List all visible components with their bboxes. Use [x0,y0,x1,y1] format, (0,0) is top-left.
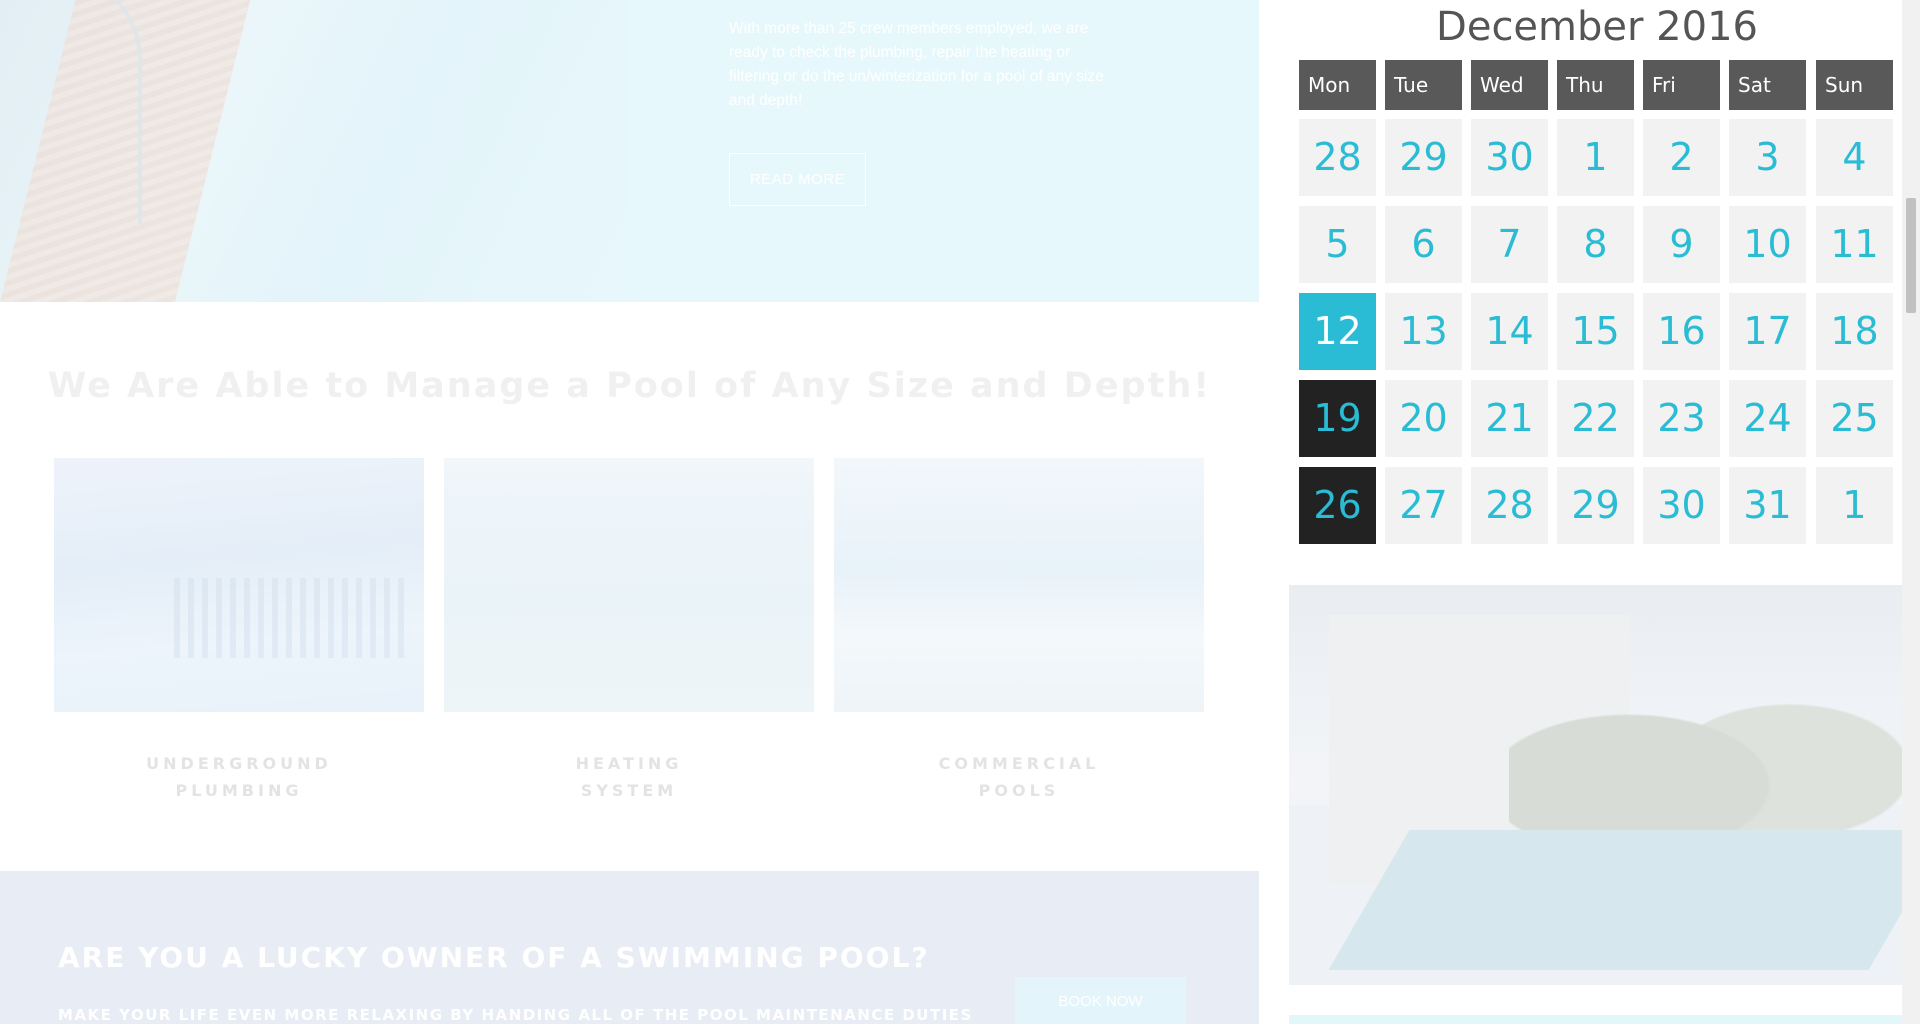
calendar-day[interactable]: 11 [1816,206,1893,283]
sidebar-footer-strip [1289,1015,1903,1024]
calendar-day[interactable]: 1 [1557,119,1634,196]
pool-water [1328,830,1903,970]
hero-pool-photo [0,0,630,302]
section-tagline: We Are Able to Manage a Pool of Any Size… [47,366,1212,406]
service-caption-line2: SYSTEM [580,781,678,800]
calendar-day[interactable]: 6 [1385,206,1462,283]
cta-banner: ARE YOU A LUCKY OWNER OF A SWIMMING POOL… [0,871,1259,1024]
calendar-day[interactable]: 18 [1816,293,1893,370]
calendar-day[interactable]: 24 [1729,380,1806,457]
service-card-heating-system[interactable]: HEATING SYSTEM [444,458,814,804]
calendar-day[interactable]: 1 [1816,467,1893,544]
page-scrollbar[interactable] [1902,0,1920,1024]
calendar-sidebar: December 2016 Mon Tue Wed Thu Fri Sat Sun 28 29 3… [1259,0,1903,1024]
calendar-day[interactable]: 2 [1643,119,1720,196]
service-caption-line1: COMMERCIAL [938,754,1100,773]
scrollbar-thumb[interactable] [1906,198,1916,313]
calendar-day[interactable]: 29 [1557,467,1634,544]
service-image[interactable] [834,458,1204,712]
weekday-header-thu: Thu [1557,60,1634,110]
calendar-day[interactable]: 3 [1729,119,1806,196]
calendar-day[interactable]: 30 [1471,119,1548,196]
main-content: With more than 25 crew members employed,… [0,0,1259,1024]
calendar-day[interactable]: 7 [1471,206,1548,283]
calendar-day[interactable]: 10 [1729,206,1806,283]
calendar-day[interactable]: 29 [1385,119,1462,196]
service-card-underground-plumbing[interactable]: UNDERGROUND PLUMBING [54,458,424,804]
calendar-day[interactable]: 30 [1643,467,1720,544]
hero-paragraph: With more than 25 crew members employed,… [729,20,1104,109]
hero-section: With more than 25 crew members employed,… [0,0,1259,302]
calendar-day[interactable]: 12 [1299,293,1376,370]
service-caption[interactable]: HEATING SYSTEM [444,750,814,804]
service-caption[interactable]: UNDERGROUND PLUMBING [54,750,424,804]
weekday-header-sat: Sat [1729,60,1806,110]
read-more-button[interactable]: READ MORE [729,153,866,206]
service-caption-line1: HEATING [575,754,683,773]
calendar-day[interactable]: 22 [1557,380,1634,457]
calendar-day[interactable]: 28 [1299,119,1376,196]
cta-title: ARE YOU A LUCKY OWNER OF A SWIMMING POOL… [58,941,930,974]
service-caption-line2: POOLS [978,781,1060,800]
weekday-header-mon: Mon [1299,60,1376,110]
calendar-day[interactable]: 21 [1471,380,1548,457]
calendar-day[interactable]: 17 [1729,293,1806,370]
calendar-day[interactable]: 26 [1299,467,1376,544]
calendar-day[interactable]: 25 [1816,380,1893,457]
service-card-commercial-pools[interactable]: COMMERCIAL POOLS [834,458,1204,804]
calendar-day[interactable]: 20 [1385,380,1462,457]
calendar-day[interactable]: 5 [1299,206,1376,283]
book-now-button[interactable]: BOOK NOW [1015,977,1186,1024]
calendar-month-title: December 2016 [1436,4,1758,50]
calendar-day[interactable]: 23 [1643,380,1720,457]
weekday-header-fri: Fri [1643,60,1720,110]
calendar-day[interactable]: 28 [1471,467,1548,544]
calendar-day[interactable]: 9 [1643,206,1720,283]
calendar-day[interactable]: 19 [1299,380,1376,457]
service-image[interactable] [54,458,424,712]
calendar-day[interactable]: 31 [1729,467,1806,544]
weekday-header-wed: Wed [1471,60,1548,110]
calendar-day[interactable]: 13 [1385,293,1462,370]
calendar-day[interactable]: 4 [1816,119,1893,196]
weekday-header-sun: Sun [1816,60,1893,110]
cta-subtitle: MAKE YOUR LIFE EVEN MORE RELAXING BY HAN… [58,1006,973,1024]
calendar-day[interactable]: 8 [1557,206,1634,283]
service-caption-line1: UNDERGROUND [146,754,332,773]
weekday-header-tue: Tue [1385,60,1462,110]
calendar-day[interactable]: 14 [1471,293,1548,370]
service-image[interactable] [444,458,814,712]
calendar-day[interactable]: 27 [1385,467,1462,544]
calendar-day[interactable]: 16 [1643,293,1720,370]
service-caption[interactable]: COMMERCIAL POOLS [834,750,1204,804]
calendar-day[interactable]: 15 [1557,293,1634,370]
service-caption-line2: PLUMBING [175,781,303,800]
villa-pool-photo [1289,585,1903,985]
pool-ladder-rail [28,0,142,224]
